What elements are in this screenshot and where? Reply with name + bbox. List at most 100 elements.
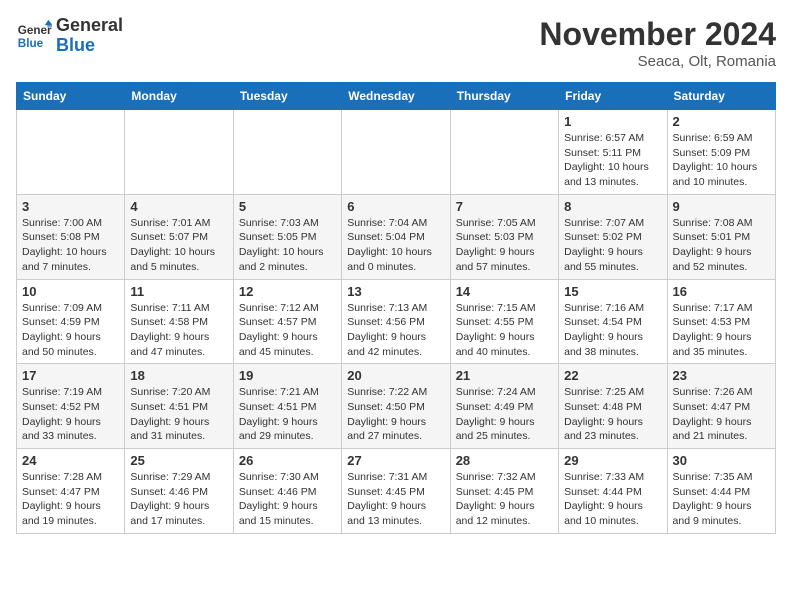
logo-icon: General Blue [16, 18, 52, 54]
day-info: Sunrise: 7:00 AM Sunset: 5:08 PM Dayligh… [22, 216, 119, 275]
calendar-cell: 19 Sunrise: 7:21 AM Sunset: 4:51 PM Dayli… [233, 364, 341, 449]
calendar-cell: 7 Sunrise: 7:05 AM Sunset: 5:03 PM Daylig… [450, 194, 558, 279]
calendar-cell: 20Sunrise: 7:22 AM Sunset: 4:50 PM Dayli… [342, 364, 450, 449]
day-number: 29 [564, 453, 661, 468]
day-info: Sunrise: 7:16 AM Sunset: 4:54 PM Dayligh… [564, 301, 661, 360]
calendar-cell [17, 110, 125, 195]
calendar-cell: 8 Sunrise: 7:07 AM Sunset: 5:02 PM Daylig… [559, 194, 667, 279]
day-number: 4 [130, 199, 227, 214]
day-number: 27 [347, 453, 444, 468]
calendar-cell: 13Sunrise: 7:13 AM Sunset: 4:56 PM Dayli… [342, 279, 450, 364]
calendar-header-row: SundayMondayTuesdayWednesdayThursdayFrid… [17, 83, 776, 110]
day-info: Sunrise: 7:33 AM Sunset: 4:44 PM Dayligh… [564, 470, 661, 529]
day-info: Sunrise: 7:01 AM Sunset: 5:07 PM Dayligh… [130, 216, 227, 275]
calendar-cell: 6 Sunrise: 7:04 AM Sunset: 5:04 PM Daylig… [342, 194, 450, 279]
calendar-cell: 2Sunrise: 6:59 AM Sunset: 5:09 PM Daylig… [667, 110, 775, 195]
calendar-cell: 14 Sunrise: 7:15 AM Sunset: 4:55 PM Dayli… [450, 279, 558, 364]
calendar-cell: 26Sunrise: 7:30 AM Sunset: 4:46 PM Dayli… [233, 449, 341, 534]
calendar-cell: 3 Sunrise: 7:00 AM Sunset: 5:08 PM Daylig… [17, 194, 125, 279]
day-info: Sunrise: 7:30 AM Sunset: 4:46 PM Dayligh… [239, 470, 336, 529]
calendar-cell [233, 110, 341, 195]
day-number: 21 [456, 368, 553, 383]
calendar-cell: 24 Sunrise: 7:28 AM Sunset: 4:47 PM Dayli… [17, 449, 125, 534]
day-number: 11 [130, 284, 227, 299]
day-info: Sunrise: 7:19 AM Sunset: 4:52 PM Dayligh… [22, 385, 119, 444]
day-info: Sunrise: 7:26 AM Sunset: 4:47 PM Dayligh… [673, 385, 770, 444]
day-number: 18 [130, 368, 227, 383]
calendar-cell: 9 Sunrise: 7:08 AM Sunset: 5:01 PM Daylig… [667, 194, 775, 279]
day-number: 5 [239, 199, 336, 214]
day-info: Sunrise: 6:59 AM Sunset: 5:09 PM Dayligh… [673, 131, 770, 190]
day-number: 9 [673, 199, 770, 214]
day-number: 24 [22, 453, 119, 468]
day-number: 7 [456, 199, 553, 214]
title-block: November 2024 Seaca, Olt, Romania [539, 16, 776, 70]
calendar-cell: 22 Sunrise: 7:25 AM Sunset: 4:48 PM Dayli… [559, 364, 667, 449]
day-number: 22 [564, 368, 661, 383]
calendar-cell: 17 Sunrise: 7:19 AM Sunset: 4:52 PM Dayli… [17, 364, 125, 449]
day-number: 17 [22, 368, 119, 383]
calendar-cell: 5 Sunrise: 7:03 AM Sunset: 5:05 PM Daylig… [233, 194, 341, 279]
day-info: Sunrise: 7:21 AM Sunset: 4:51 PM Dayligh… [239, 385, 336, 444]
day-number: 3 [22, 199, 119, 214]
day-number: 10 [22, 284, 119, 299]
weekday-header: Thursday [450, 83, 558, 110]
day-number: 15 [564, 284, 661, 299]
day-number: 6 [347, 199, 444, 214]
weekday-header: Monday [125, 83, 233, 110]
calendar-cell: 21 Sunrise: 7:24 AM Sunset: 4:49 PM Dayli… [450, 364, 558, 449]
day-info: Sunrise: 7:28 AM Sunset: 4:47 PM Dayligh… [22, 470, 119, 529]
day-info: Sunrise: 7:25 AM Sunset: 4:48 PM Dayligh… [564, 385, 661, 444]
calendar-cell: 30 Sunrise: 7:35 AM Sunset: 4:44 PM Dayli… [667, 449, 775, 534]
day-number: 8 [564, 199, 661, 214]
svg-text:General: General [18, 24, 52, 37]
calendar-cell: 4 Sunrise: 7:01 AM Sunset: 5:07 PM Daylig… [125, 194, 233, 279]
calendar-cell: 1Sunrise: 6:57 AM Sunset: 5:11 PM Daylig… [559, 110, 667, 195]
calendar-cell: 15 Sunrise: 7:16 AM Sunset: 4:54 PM Dayli… [559, 279, 667, 364]
weekday-header: Friday [559, 83, 667, 110]
logo: General Blue General Blue [16, 16, 123, 56]
day-info: Sunrise: 7:12 AM Sunset: 4:57 PM Dayligh… [239, 301, 336, 360]
day-info: Sunrise: 7:07 AM Sunset: 5:02 PM Dayligh… [564, 216, 661, 275]
day-number: 16 [673, 284, 770, 299]
calendar-cell: 16 Sunrise: 7:17 AM Sunset: 4:53 PM Dayli… [667, 279, 775, 364]
calendar-table: SundayMondayTuesdayWednesdayThursdayFrid… [16, 82, 776, 534]
day-number: 13 [347, 284, 444, 299]
day-info: Sunrise: 7:09 AM Sunset: 4:59 PM Dayligh… [22, 301, 119, 360]
day-info: Sunrise: 7:35 AM Sunset: 4:44 PM Dayligh… [673, 470, 770, 529]
calendar-week-row: 17 Sunrise: 7:19 AM Sunset: 4:52 PM Dayli… [17, 364, 776, 449]
day-info: Sunrise: 7:05 AM Sunset: 5:03 PM Dayligh… [456, 216, 553, 275]
weekday-header: Sunday [17, 83, 125, 110]
calendar-cell: 12Sunrise: 7:12 AM Sunset: 4:57 PM Dayli… [233, 279, 341, 364]
day-info: Sunrise: 7:17 AM Sunset: 4:53 PM Dayligh… [673, 301, 770, 360]
calendar-cell: 25 Sunrise: 7:29 AM Sunset: 4:46 PM Dayli… [125, 449, 233, 534]
calendar-cell: 18 Sunrise: 7:20 AM Sunset: 4:51 PM Dayli… [125, 364, 233, 449]
day-number: 19 [239, 368, 336, 383]
day-info: Sunrise: 7:20 AM Sunset: 4:51 PM Dayligh… [130, 385, 227, 444]
calendar-cell: 28 Sunrise: 7:32 AM Sunset: 4:45 PM Dayli… [450, 449, 558, 534]
calendar-cell [125, 110, 233, 195]
calendar-week-row: 3 Sunrise: 7:00 AM Sunset: 5:08 PM Daylig… [17, 194, 776, 279]
day-number: 28 [456, 453, 553, 468]
calendar-cell: 23Sunrise: 7:26 AM Sunset: 4:47 PM Dayli… [667, 364, 775, 449]
calendar-cell: 29 Sunrise: 7:33 AM Sunset: 4:44 PM Dayli… [559, 449, 667, 534]
day-info: Sunrise: 7:11 AM Sunset: 4:58 PM Dayligh… [130, 301, 227, 360]
calendar-week-row: 1Sunrise: 6:57 AM Sunset: 5:11 PM Daylig… [17, 110, 776, 195]
day-info: Sunrise: 7:29 AM Sunset: 4:46 PM Dayligh… [130, 470, 227, 529]
day-info: Sunrise: 7:32 AM Sunset: 4:45 PM Dayligh… [456, 470, 553, 529]
day-info: Sunrise: 7:04 AM Sunset: 5:04 PM Dayligh… [347, 216, 444, 275]
day-info: Sunrise: 7:24 AM Sunset: 4:49 PM Dayligh… [456, 385, 553, 444]
weekday-header: Saturday [667, 83, 775, 110]
day-number: 30 [673, 453, 770, 468]
location: Seaca, Olt, Romania [539, 53, 776, 70]
calendar-cell [342, 110, 450, 195]
calendar-cell: 11 Sunrise: 7:11 AM Sunset: 4:58 PM Dayli… [125, 279, 233, 364]
day-number: 14 [456, 284, 553, 299]
day-number: 20 [347, 368, 444, 383]
day-info: Sunrise: 7:15 AM Sunset: 4:55 PM Dayligh… [456, 301, 553, 360]
calendar-week-row: 10 Sunrise: 7:09 AM Sunset: 4:59 PM Dayli… [17, 279, 776, 364]
day-info: Sunrise: 6:57 AM Sunset: 5:11 PM Dayligh… [564, 131, 661, 190]
day-info: Sunrise: 7:08 AM Sunset: 5:01 PM Dayligh… [673, 216, 770, 275]
day-number: 25 [130, 453, 227, 468]
day-info: Sunrise: 7:03 AM Sunset: 5:05 PM Dayligh… [239, 216, 336, 275]
